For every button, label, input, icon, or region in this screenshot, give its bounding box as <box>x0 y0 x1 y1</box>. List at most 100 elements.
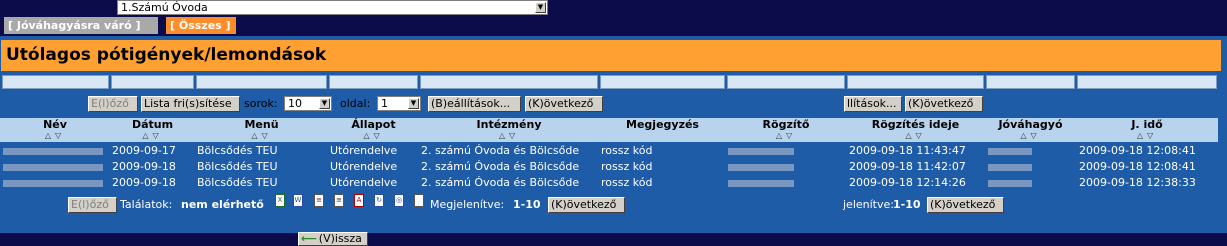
column-header-name[interactable]: Név △▽ <box>0 118 110 142</box>
column-header-date[interactable]: Dátum △▽ <box>110 118 195 142</box>
approved-time-cell: 2009-09-18 12:08:41 <box>1079 144 1196 157</box>
column-label: Intézmény <box>476 118 542 131</box>
filter-menu[interactable] <box>196 75 327 89</box>
blank-export-icon[interactable] <box>414 194 424 207</box>
recorder-cell <box>728 159 794 174</box>
note-cell: rossz kód <box>601 176 653 189</box>
rows-select-value: 10 <box>288 97 302 110</box>
state-cell: Utórendelve <box>330 176 398 189</box>
filter-recorder[interactable] <box>727 75 845 89</box>
approved-time-cell: 2009-09-18 12:08:41 <box>1079 160 1196 173</box>
results-label: Találatok: <box>120 198 173 211</box>
pdf-export-icon[interactable]: A <box>354 194 364 207</box>
name-cell <box>3 143 103 158</box>
column-header-note[interactable]: Megjegyzés <box>599 118 726 142</box>
arrow-left-icon: ⟵ <box>301 232 317 245</box>
table-row[interactable]: 2009-09-17 Bölcsődés TEU Utórendelve 2. … <box>0 143 1218 159</box>
sort-icon[interactable]: △▽ <box>195 131 328 140</box>
prev-button[interactable]: E(l)őző <box>88 96 138 112</box>
back-button[interactable]: ⟵ (V)issza <box>298 232 368 246</box>
redacted-recorder <box>728 147 794 155</box>
word-export-icon[interactable]: W <box>293 194 303 207</box>
approver-cell <box>988 159 1032 174</box>
rows-label: sorok: <box>244 97 278 110</box>
chevron-down-icon[interactable]: ▼ <box>535 2 546 13</box>
chevron-down-icon[interactable]: ▼ <box>319 98 330 109</box>
column-header-recorded-time[interactable]: Rögzítés ideje △▽ <box>846 118 985 142</box>
column-label: Rögzítés ideje <box>871 118 960 131</box>
column-label: J. idő <box>1131 118 1163 131</box>
filter-name[interactable] <box>2 75 109 89</box>
date-cell: 2009-09-17 <box>112 144 176 157</box>
excel-export-icon[interactable]: X <box>275 194 285 207</box>
sort-icon[interactable]: △▽ <box>985 131 1076 140</box>
xml-export-icon[interactable]: ◎ <box>394 194 404 207</box>
csv-export-icon[interactable]: ↻ <box>374 194 384 207</box>
redacted-name <box>3 147 103 155</box>
menu-cell: Bölcsődés TEU <box>197 176 278 189</box>
sort-icon[interactable]: △▽ <box>0 131 110 140</box>
column-label: Jóváhagyó <box>998 118 1063 131</box>
prev-button-footer[interactable]: E(l)őző <box>68 197 117 213</box>
page-select[interactable]: 1 ▼ <box>377 96 421 111</box>
filter-note[interactable] <box>600 75 725 89</box>
table-row[interactable]: 2009-09-18 Bölcsődés TEU Utórendelve 2. … <box>0 175 1218 191</box>
column-label: Megjegyzés <box>626 118 699 131</box>
institution-cell: 2. számú Óvoda és Bölcsőde <box>421 176 580 189</box>
tab-pending[interactable]: [ Jóváhagyásra váró ] <box>4 17 158 34</box>
note-cell: rossz kód <box>601 144 653 157</box>
rows-select[interactable]: 10 ▼ <box>284 96 332 111</box>
recorded-time-cell: 2009-09-18 11:42:07 <box>849 160 966 173</box>
filter-state[interactable] <box>329 75 418 89</box>
tab-all[interactable]: [ Összes ] <box>166 17 236 34</box>
page-label: oldal: <box>340 97 371 110</box>
column-header-approver[interactable]: Jóváhagyó △▽ <box>985 118 1076 142</box>
filter-date[interactable] <box>111 75 194 89</box>
text-export-icon[interactable]: ≡ <box>314 194 324 207</box>
table-row[interactable]: 2009-09-18 Bölcsődés TEU Utórendelve 2. … <box>0 159 1218 175</box>
settings-button[interactable]: (B)eállítások... <box>428 96 521 112</box>
shown-label: Megjelenítve: <box>430 198 505 211</box>
approver-cell <box>988 143 1032 158</box>
sort-icon[interactable]: △▽ <box>419 131 599 140</box>
next-button-footer[interactable]: (K)övetkező <box>548 197 625 213</box>
page-title: Utólagos pótigények/lemondások <box>1 40 1221 71</box>
sort-icon[interactable]: △▽ <box>846 131 985 140</box>
sort-icon[interactable]: △▽ <box>1076 131 1218 140</box>
institution-select[interactable]: 1.Számú Óvoda ▼ <box>117 0 548 15</box>
column-label: Állapot <box>351 118 396 131</box>
sort-icon[interactable]: △▽ <box>726 131 846 140</box>
date-cell: 2009-09-18 <box>112 160 176 173</box>
filter-approved-time[interactable] <box>1077 75 1217 89</box>
sort-icon[interactable]: △▽ <box>110 131 195 140</box>
column-header-menu[interactable]: Menü △▽ <box>195 118 328 142</box>
column-header-state[interactable]: Állapot △▽ <box>328 118 419 142</box>
institution-cell: 2. számú Óvoda és Bölcsőde <box>421 160 580 173</box>
sort-icon[interactable]: △▽ <box>328 131 419 140</box>
document-export-icon[interactable]: ≡ <box>334 194 344 207</box>
back-button-label: (V)issza <box>318 232 362 245</box>
column-header-approved-time[interactable]: J. idő △▽ <box>1076 118 1218 142</box>
redacted-recorder <box>728 179 794 187</box>
refresh-button[interactable]: Lista fri(s)sítése <box>141 96 240 112</box>
chevron-down-icon[interactable]: ▼ <box>408 98 419 109</box>
redacted-approver <box>988 179 1032 187</box>
state-cell: Utórendelve <box>330 160 398 173</box>
redacted-name <box>3 179 103 187</box>
redacted-approver <box>988 147 1032 155</box>
approved-time-cell: 2009-09-18 12:38:33 <box>1079 176 1196 189</box>
filter-institution[interactable] <box>420 75 598 89</box>
filter-recorded-time[interactable] <box>847 75 984 89</box>
date-cell: 2009-09-18 <box>112 176 176 189</box>
next-button[interactable]: (K)övetkező <box>525 96 603 112</box>
name-cell <box>3 175 103 190</box>
column-header-institution[interactable]: Intézmény △▽ <box>419 118 599 142</box>
filter-approver[interactable] <box>986 75 1075 89</box>
settings-button-right[interactable]: llítások... <box>844 96 902 112</box>
column-label: Dátum <box>131 118 174 131</box>
menu-cell: Bölcsődés TEU <box>197 160 278 173</box>
column-label: Menü <box>244 118 279 131</box>
next-button-right[interactable]: (K)övetkező <box>905 96 983 112</box>
next-button-footer-right[interactable]: (K)övetkező <box>927 197 1004 213</box>
column-header-recorder[interactable]: Rögzítő △▽ <box>726 118 846 142</box>
